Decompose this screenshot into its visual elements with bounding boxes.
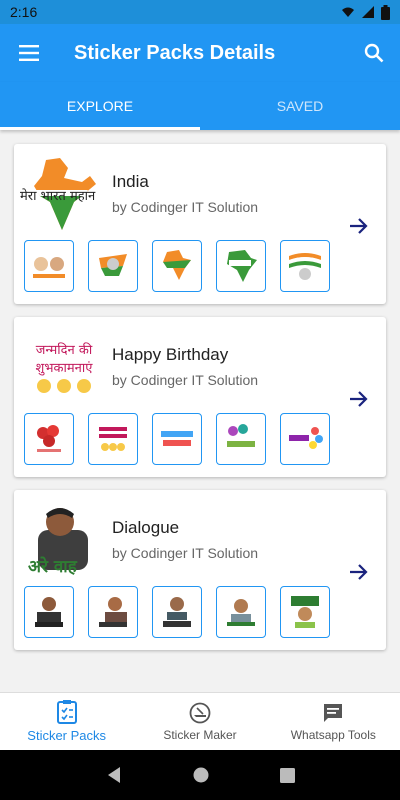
pack-name: India [112, 172, 149, 191]
sticker-thumb[interactable] [24, 413, 74, 465]
search-icon [364, 43, 384, 63]
back-icon[interactable] [106, 766, 122, 784]
sticker-thumb[interactable] [88, 586, 138, 638]
nav-sticker-packs[interactable]: Sticker Packs [0, 693, 133, 750]
sticker-thumbnails [24, 413, 330, 465]
sticker-thumb[interactable] [152, 240, 202, 292]
arrow-right-icon[interactable] [346, 560, 370, 584]
tab-bar: EXPLORE SAVED [0, 82, 400, 130]
page-title: Sticker Packs Details [74, 41, 276, 64]
pack-logo-text: अरे वाह [28, 557, 77, 577]
pack-logo: जन्मदिन की शुभकामनाएं [24, 327, 104, 407]
status-time: 2:16 [10, 4, 38, 20]
pack-author: by Codinger IT Solution [112, 372, 259, 388]
sticker-thumbnails [24, 240, 330, 292]
sticker-thumb[interactable] [216, 586, 266, 638]
sticker-thumb[interactable] [280, 240, 330, 292]
pack-logo-text: जन्मदिन की [35, 343, 93, 358]
system-navigation-bar [0, 750, 400, 800]
bottom-navigation: Sticker Packs Sticker Maker Whatsapp Too… [0, 692, 400, 750]
clipboard-list-icon [56, 700, 77, 724]
search-button[interactable] [348, 24, 400, 82]
home-icon[interactable] [193, 767, 209, 783]
recents-icon[interactable] [279, 767, 295, 783]
tab-explore-label: EXPLORE [66, 98, 134, 114]
sticker-thumb[interactable] [280, 586, 330, 638]
status-bar: 2:16 [0, 0, 400, 24]
sticker-thumb[interactable] [216, 240, 266, 292]
sticker-thumb[interactable] [152, 586, 202, 638]
status-icons [341, 4, 390, 20]
pack-card-dialogue[interactable]: अरे वाह Dialogue by Codinger IT Solution [14, 490, 386, 650]
wifi-icon [342, 7, 354, 17]
pack-logo: मेरा भारत महान [20, 154, 104, 234]
hamburger-icon [19, 45, 39, 61]
sticker-thumb[interactable] [88, 413, 138, 465]
pack-logo-text: मेरा भारत महान [20, 189, 96, 204]
sticker-thumb[interactable] [24, 586, 74, 638]
arrow-right-icon[interactable] [346, 214, 370, 238]
app-bar: Sticker Packs Details [0, 24, 400, 82]
menu-button[interactable] [0, 24, 58, 82]
pack-author: by Codinger IT Solution [112, 199, 259, 215]
sticker-thumb[interactable] [280, 413, 330, 465]
pack-card-india[interactable]: मेरा भारत महान India by Codinger IT Solu… [14, 144, 386, 304]
pack-name: Happy Birthday [112, 345, 229, 364]
pack-logo: अरे वाह [24, 500, 104, 580]
sticker-thumb[interactable] [88, 240, 138, 292]
chat-icon [324, 703, 343, 722]
tab-saved-label: SAVED [276, 98, 324, 114]
sticker-thumb[interactable] [216, 413, 266, 465]
tab-explore[interactable]: EXPLORE [0, 82, 200, 130]
pack-author: by Codinger IT Solution [112, 545, 259, 561]
nav-sticker-maker[interactable]: Sticker Maker [133, 693, 266, 750]
sticker-thumb[interactable] [152, 413, 202, 465]
sticker-icon [189, 702, 211, 723]
sticker-thumbnails [24, 586, 330, 638]
arrow-right-icon[interactable] [346, 387, 370, 411]
pack-logo-text: शुभकामनाएं [35, 361, 93, 376]
sticker-thumb[interactable] [24, 240, 74, 292]
pack-list: मेरा भारत महान India by Codinger IT Solu… [0, 130, 400, 692]
nav-label: Sticker Maker [163, 727, 237, 742]
pack-card-happy-birthday[interactable]: जन्मदिन की शुभकामनाएं Happy Birthday by … [14, 317, 386, 477]
pack-name: Dialogue [112, 518, 180, 537]
signal-icon [362, 6, 374, 18]
nav-label: Sticker Packs [27, 728, 107, 743]
nav-label: Whatsapp Tools [290, 727, 376, 742]
nav-whatsapp-tools[interactable]: Whatsapp Tools [267, 693, 400, 750]
battery-icon [381, 4, 390, 20]
tab-saved[interactable]: SAVED [200, 82, 400, 130]
